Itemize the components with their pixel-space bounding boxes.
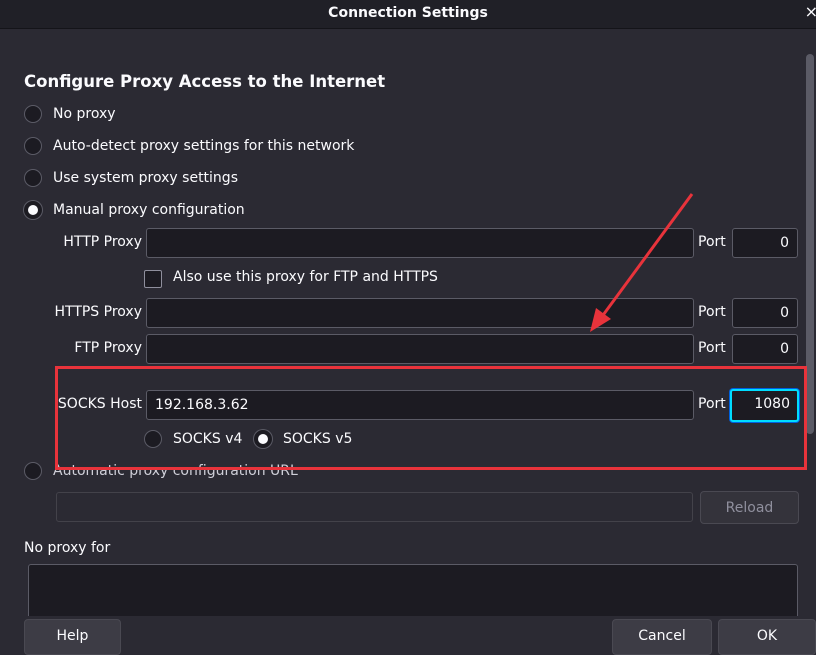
scrollbar[interactable]: [806, 54, 814, 434]
section-heading: Configure Proxy Access to the Internet: [24, 72, 386, 91]
https-proxy-label: HTTPS Proxy: [54, 304, 142, 320]
socks-port-label: Port: [698, 396, 726, 412]
help-button[interactable]: Help: [24, 619, 121, 655]
radio-button-checked[interactable]: [24, 201, 42, 219]
https-port-label: Port: [698, 304, 726, 320]
radio-button[interactable]: [24, 462, 42, 480]
http-port-label: Port: [698, 234, 726, 250]
socks-host-input[interactable]: 192.168.3.62: [146, 390, 694, 420]
ftp-port-input[interactable]: 0: [732, 334, 798, 364]
radio-label: Manual proxy configuration: [53, 202, 245, 218]
radio-label: Use system proxy settings: [53, 170, 238, 186]
radio-label: SOCKS v5: [283, 431, 353, 447]
radio-label: SOCKS v4: [173, 431, 243, 447]
radio-button[interactable]: [24, 105, 42, 123]
ftp-port-label: Port: [698, 340, 726, 356]
radio-no-proxy[interactable]: No proxy: [24, 103, 116, 125]
radio-button-checked[interactable]: [254, 430, 272, 448]
radio-label: No proxy: [53, 106, 116, 122]
also-use-checkbox[interactable]: [144, 270, 162, 288]
no-proxy-for-label: No proxy for: [24, 540, 111, 556]
radio-socks-v5[interactable]: SOCKS v5: [254, 428, 352, 450]
radio-system-proxy[interactable]: Use system proxy settings: [24, 167, 238, 189]
close-icon[interactable]: ×: [805, 2, 816, 21]
radio-button[interactable]: [24, 137, 42, 155]
cancel-button[interactable]: Cancel: [612, 619, 712, 655]
radio-auto-config-url[interactable]: Automatic proxy configuration URL: [24, 460, 298, 482]
http-proxy-label: HTTP Proxy: [63, 234, 142, 250]
radio-button[interactable]: [144, 430, 162, 448]
http-proxy-input[interactable]: [146, 228, 694, 258]
radio-label: Auto-detect proxy settings for this netw…: [53, 138, 355, 154]
ftp-proxy-label: FTP Proxy: [74, 340, 142, 356]
radio-manual-proxy[interactable]: Manual proxy configuration: [24, 199, 245, 221]
http-port-input[interactable]: 0: [732, 228, 798, 258]
no-proxy-for-textarea[interactable]: [28, 564, 798, 624]
reload-button[interactable]: Reload: [700, 491, 799, 524]
ftp-proxy-input[interactable]: [146, 334, 694, 364]
auto-config-url-input[interactable]: [56, 492, 693, 522]
https-port-input[interactable]: 0: [732, 298, 798, 328]
socks-host-label: SOCKS Host: [57, 396, 142, 412]
socks-port-input[interactable]: 1080: [730, 389, 799, 422]
https-proxy-input[interactable]: [146, 298, 694, 328]
radio-label: Automatic proxy configuration URL: [53, 463, 298, 479]
also-use-label: Also use this proxy for FTP and HTTPS: [173, 269, 438, 285]
ok-button[interactable]: OK: [718, 619, 816, 655]
title-bar: Connection Settings ×: [0, 0, 816, 29]
radio-button[interactable]: [24, 169, 42, 187]
radio-socks-v4[interactable]: SOCKS v4: [144, 428, 242, 450]
window-title: Connection Settings: [328, 5, 488, 21]
radio-auto-detect[interactable]: Auto-detect proxy settings for this netw…: [24, 135, 354, 157]
